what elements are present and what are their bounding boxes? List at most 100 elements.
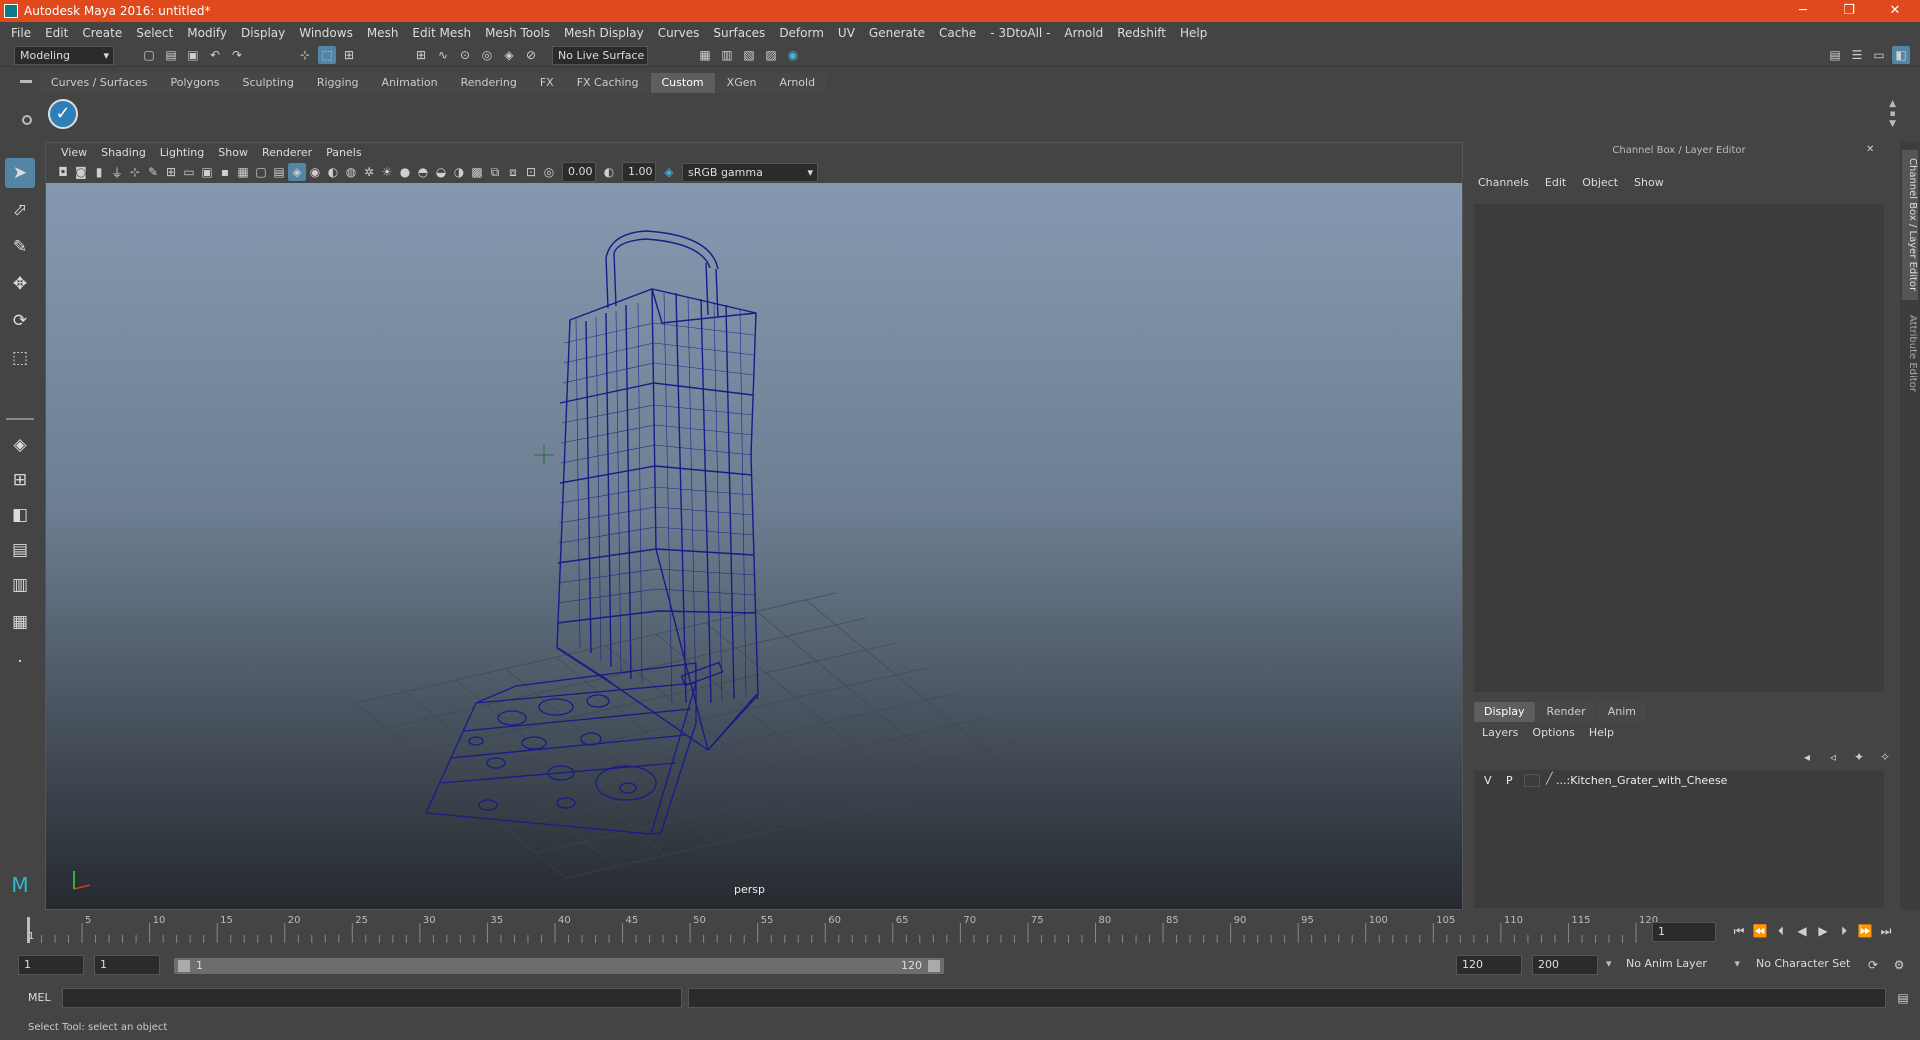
layer-color-swatch[interactable] bbox=[1524, 774, 1540, 787]
shelf-tab-xgen[interactable]: XGen bbox=[715, 73, 768, 93]
menu-mesh-display[interactable]: Mesh Display bbox=[557, 26, 651, 40]
ipr-render-icon[interactable]: ▧ bbox=[740, 46, 758, 64]
play-backward-icon[interactable]: ◀ bbox=[1793, 922, 1811, 940]
viewport-menu-panels[interactable]: Panels bbox=[319, 146, 368, 159]
new-layer-icon[interactable]: ✦ bbox=[1850, 748, 1868, 766]
grease-pencil-icon[interactable]: ✎ bbox=[144, 163, 162, 181]
live-surface-field[interactable]: No Live Surface bbox=[552, 46, 648, 65]
layer-playback-toggle[interactable]: P bbox=[1506, 774, 1513, 787]
attribute-editor-icon[interactable]: ☰ bbox=[1848, 46, 1866, 64]
motion-blur-icon[interactable]: ◓ bbox=[414, 163, 432, 181]
scale-tool-icon[interactable]: ⬚ bbox=[5, 343, 35, 373]
select-component-icon[interactable]: ⊞ bbox=[340, 46, 358, 64]
shelf-scroll-icon[interactable]: ▲ ▪ ▼ bbox=[1889, 99, 1896, 129]
gate-mask-icon[interactable]: ▪ bbox=[216, 163, 234, 181]
menu-edit-mesh[interactable]: Edit Mesh bbox=[405, 26, 478, 40]
textured-icon[interactable]: ◍ bbox=[342, 163, 360, 181]
viewport-menu-renderer[interactable]: Renderer bbox=[255, 146, 319, 159]
menu-select[interactable]: Select bbox=[129, 26, 180, 40]
anim-end-field[interactable]: 200 bbox=[1532, 955, 1598, 975]
exposure-field[interactable]: 0.00 bbox=[562, 162, 596, 182]
shelf-tab-polygons[interactable]: Polygons bbox=[159, 73, 231, 93]
layers-menu[interactable]: Layers bbox=[1482, 726, 1518, 739]
step-back-frame-icon[interactable]: ⏴ bbox=[1772, 922, 1790, 940]
save-scene-icon[interactable]: ▣ bbox=[184, 46, 202, 64]
image-plane-icon[interactable]: ⏚ bbox=[108, 163, 126, 181]
paint-select-tool-icon[interactable]: ✎ bbox=[5, 232, 35, 262]
object-menu[interactable]: Object bbox=[1582, 176, 1618, 189]
menu-cache[interactable]: Cache bbox=[932, 26, 983, 40]
menu-generate[interactable]: Generate bbox=[862, 26, 932, 40]
snap-surface-icon[interactable]: ◈ bbox=[500, 46, 518, 64]
lasso-tool-icon[interactable]: ⬀ bbox=[5, 195, 35, 225]
shadows-icon[interactable]: ☀ bbox=[378, 163, 396, 181]
shelf-tab-fx-caching[interactable]: FX Caching bbox=[565, 73, 650, 93]
shade-wireframe-icon[interactable]: ◐ bbox=[324, 163, 342, 181]
shelf-tab-rigging[interactable]: Rigging bbox=[305, 73, 370, 93]
menu-surfaces[interactable]: Surfaces bbox=[706, 26, 772, 40]
undo-icon[interactable]: ↶ bbox=[206, 46, 224, 64]
use-lights-icon[interactable]: ✲ bbox=[360, 163, 378, 181]
playback-end-field[interactable]: 120 bbox=[1456, 955, 1522, 975]
playback-start-field[interactable]: 1 bbox=[94, 955, 160, 975]
render-settings-icon[interactable]: ▨ bbox=[762, 46, 780, 64]
current-frame-field[interactable]: 1 bbox=[1652, 922, 1716, 942]
render-frame-icon[interactable]: ▥ bbox=[718, 46, 736, 64]
go-to-end-icon[interactable]: ⏭ bbox=[1877, 922, 1895, 940]
command-input[interactable] bbox=[62, 988, 682, 1008]
hypershade-icon[interactable]: ◉ bbox=[784, 46, 802, 64]
camera-select-icon[interactable]: ◘ bbox=[54, 163, 72, 181]
step-back-key-icon[interactable]: ⏪ bbox=[1751, 922, 1769, 940]
isolate-select-icon[interactable]: ▩ bbox=[468, 163, 486, 181]
gamma-field[interactable]: 1.00 bbox=[622, 162, 656, 182]
snap-grid-icon[interactable]: ⊞ bbox=[412, 46, 430, 64]
viewport-menu-view[interactable]: View bbox=[54, 146, 94, 159]
two-d-pan-icon[interactable]: ⊹ bbox=[126, 163, 144, 181]
persp-uv-layout-icon[interactable]: ▦ bbox=[5, 607, 35, 637]
xray-active-icon[interactable]: ⧈ bbox=[504, 163, 522, 181]
tab-anim[interactable]: Anim bbox=[1597, 702, 1646, 722]
anim-prefs-icon[interactable]: ⚙ bbox=[1890, 956, 1908, 974]
panel-close-icon[interactable]: ✕ bbox=[1866, 144, 1874, 155]
select-hierarchy-icon[interactable]: ⊹ bbox=[296, 46, 314, 64]
step-forward-key-icon[interactable]: ⏩ bbox=[1856, 922, 1874, 940]
shelf-tab-arnold[interactable]: Arnold bbox=[768, 73, 827, 93]
menu-display[interactable]: Display bbox=[234, 26, 292, 40]
select-tool-icon[interactable]: ➤ bbox=[5, 158, 35, 188]
script-editor-icon[interactable]: ▤ bbox=[1894, 989, 1912, 1007]
open-scene-icon[interactable]: ▤ bbox=[162, 46, 180, 64]
grid-toggle-icon[interactable]: ⊞ bbox=[162, 163, 180, 181]
new-layer-selected-icon[interactable]: ✧ bbox=[1876, 748, 1894, 766]
persp-outliner-layout-icon[interactable]: ▥ bbox=[5, 570, 35, 600]
custom-shelf-check-icon[interactable]: ✓ bbox=[48, 99, 78, 129]
range-end-handle[interactable] bbox=[928, 960, 940, 972]
range-slider[interactable]: 1 120 bbox=[174, 958, 944, 974]
redo-icon[interactable]: ↷ bbox=[228, 46, 246, 64]
auto-key-icon[interactable]: ⟳ bbox=[1864, 956, 1882, 974]
viewport-menu-shading[interactable]: Shading bbox=[94, 146, 153, 159]
go-to-start-icon[interactable]: ⏮ bbox=[1730, 922, 1748, 940]
ambient-occlusion-icon[interactable]: ● bbox=[396, 163, 414, 181]
minimize-button[interactable]: ─ bbox=[1780, 0, 1826, 22]
menu-curves[interactable]: Curves bbox=[651, 26, 707, 40]
xray-icon[interactable]: ⧉ bbox=[486, 163, 504, 181]
menu-modify[interactable]: Modify bbox=[180, 26, 234, 40]
viewport-menu-lighting[interactable]: Lighting bbox=[153, 146, 211, 159]
menu-uv[interactable]: UV bbox=[831, 26, 862, 40]
move-tool-icon[interactable]: ✥ bbox=[5, 269, 35, 299]
select-object-icon[interactable]: ⬚ bbox=[318, 46, 336, 64]
depth-of-field-icon[interactable]: ◑ bbox=[450, 163, 468, 181]
smooth-shade-icon[interactable]: ◉ bbox=[306, 163, 324, 181]
move-layer-down-icon[interactable]: ◃ bbox=[1824, 748, 1842, 766]
channel-box-icon[interactable]: ◧ bbox=[1892, 46, 1910, 64]
time-slider[interactable]: 1 5 10 15 20 25 30 35 40 45 50 55 60 65 70 75 80 85 90 95 1… bbox=[26, 915, 1658, 945]
camera-attributes-icon[interactable]: ◙ bbox=[72, 163, 90, 181]
maximize-button[interactable]: ❐ bbox=[1826, 0, 1872, 22]
anim-layer-dropdown[interactable]: No Anim Layer ▾ bbox=[1622, 955, 1740, 975]
new-scene-icon[interactable]: ▢ bbox=[140, 46, 158, 64]
menu-windows[interactable]: Windows bbox=[292, 26, 360, 40]
shelf-tab-sculpting[interactable]: Sculpting bbox=[231, 73, 305, 93]
menu-edit[interactable]: Edit bbox=[38, 26, 75, 40]
menu-3dtoall[interactable]: - 3DtoAll - bbox=[983, 26, 1057, 40]
menu-mesh-tools[interactable]: Mesh Tools bbox=[478, 26, 557, 40]
